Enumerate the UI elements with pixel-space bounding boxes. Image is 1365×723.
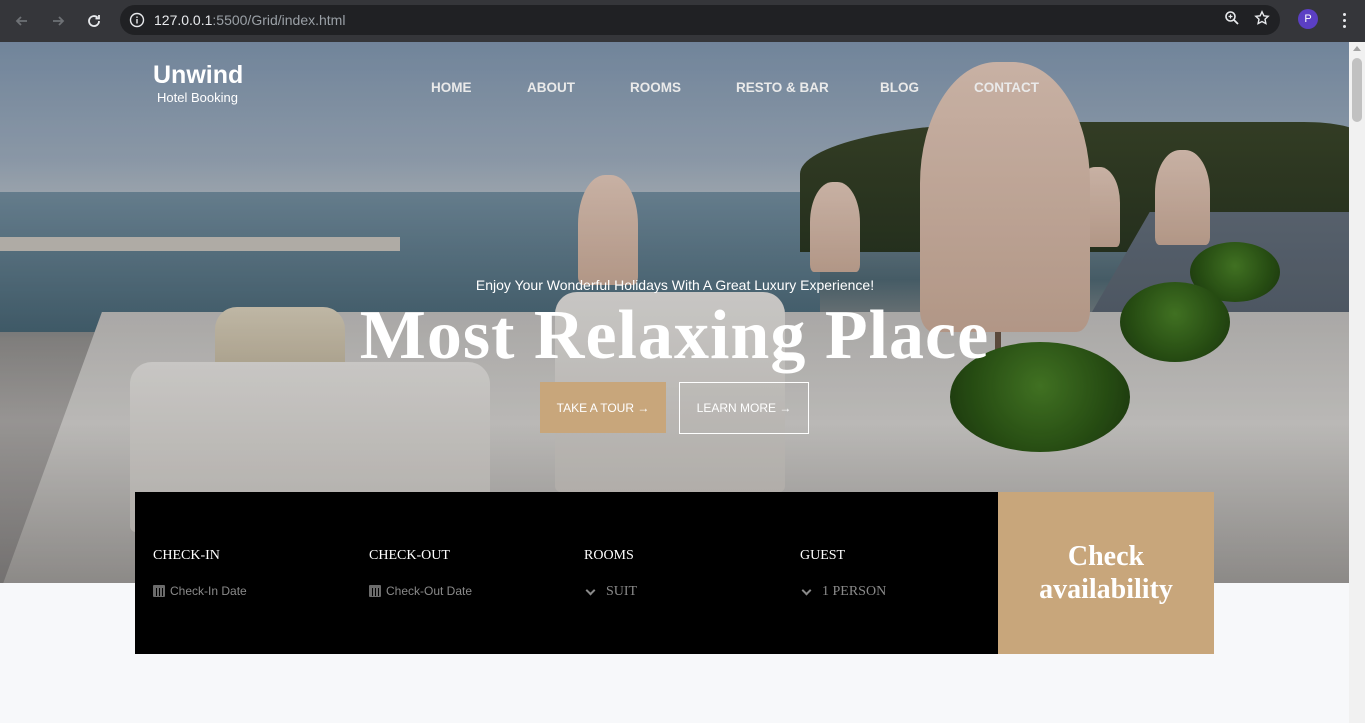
take-a-tour-button[interactable]: TAKE A TOUR → bbox=[540, 382, 666, 433]
hero-tagline: Enjoy Your Wonderful Holidays With A Gre… bbox=[475, 277, 875, 293]
url-text: 127.0.0.1:5500/Grid/index.html bbox=[154, 12, 345, 28]
check-in-value-row: Check-In Date bbox=[153, 584, 247, 598]
chevron-down-icon bbox=[801, 585, 812, 595]
brand-name: Unwind bbox=[153, 61, 244, 89]
learn-more-button[interactable]: LEARN MORE → bbox=[679, 382, 809, 434]
guest-field[interactable]: GUEST 1 PERSON bbox=[800, 548, 886, 600]
forward-arrow-icon[interactable] bbox=[40, 3, 76, 39]
check-in-label: CHECK-IN bbox=[153, 548, 220, 563]
check-in-input[interactable]: Check-In Date bbox=[170, 584, 247, 598]
reload-icon[interactable] bbox=[76, 3, 112, 39]
kebab-menu-icon[interactable] bbox=[1334, 8, 1354, 32]
main-nav: HOME ABOUT ROOMS RESTO & BAR BLOG CONTAC… bbox=[431, 80, 1054, 95]
check-availability-button[interactable]: Check availability bbox=[998, 492, 1214, 654]
scroll-up-arrow-icon[interactable] bbox=[1353, 46, 1361, 51]
check-out-label: CHECK-OUT bbox=[369, 548, 450, 563]
rooms-value-row: SUIT bbox=[584, 584, 637, 600]
rooms-select[interactable]: SUIT bbox=[606, 584, 637, 600]
rooms-field[interactable]: ROOMS SUIT bbox=[584, 548, 637, 600]
brand-subtitle: Hotel Booking bbox=[157, 90, 238, 105]
browser-toolbar: 127.0.0.1:5500/Grid/index.html P bbox=[0, 0, 1365, 42]
nav-item-home[interactable]: HOME bbox=[431, 80, 527, 95]
url-path: :5500/Grid/index.html bbox=[212, 12, 346, 28]
check-out-field[interactable]: CHECK-OUT Check-Out Date bbox=[369, 548, 472, 598]
nav-item-rooms[interactable]: ROOMS bbox=[630, 80, 736, 95]
check-out-value-row: Check-Out Date bbox=[369, 584, 472, 598]
brand-logo[interactable]: Unwind Hotel Booking bbox=[153, 60, 253, 106]
guest-select[interactable]: 1 PERSON bbox=[822, 584, 886, 600]
nav-item-contact[interactable]: CONTACT bbox=[974, 80, 1054, 95]
calendar-icon bbox=[153, 585, 165, 597]
calendar-icon bbox=[369, 585, 381, 597]
page-viewport: Unwind Hotel Booking HOME ABOUT ROOMS RE… bbox=[0, 42, 1349, 723]
chevron-down-icon bbox=[585, 585, 596, 595]
check-in-field[interactable]: CHECK-IN Check-In Date bbox=[153, 548, 247, 598]
star-icon[interactable] bbox=[1254, 9, 1270, 31]
info-icon[interactable] bbox=[120, 5, 154, 35]
url-host: 127.0.0.1 bbox=[154, 12, 213, 28]
profile-avatar[interactable]: P bbox=[1298, 9, 1318, 29]
scrollbar-thumb[interactable] bbox=[1352, 58, 1362, 122]
address-bar[interactable]: 127.0.0.1:5500/Grid/index.html bbox=[120, 5, 1280, 35]
rooms-label: ROOMS bbox=[584, 548, 634, 563]
guest-value-row: 1 PERSON bbox=[800, 584, 886, 600]
nav-item-blog[interactable]: BLOG bbox=[880, 80, 974, 95]
hero-headline: Most Relaxing Place bbox=[359, 297, 990, 374]
page-scrollbar[interactable] bbox=[1349, 42, 1365, 723]
booking-form: CHECK-IN Check-In Date CHECK-OUT Check-O… bbox=[135, 492, 998, 654]
nav-item-resto-bar[interactable]: RESTO & BAR bbox=[736, 80, 880, 95]
guest-label: GUEST bbox=[800, 548, 846, 563]
back-arrow-icon[interactable] bbox=[4, 3, 40, 39]
nav-item-about[interactable]: ABOUT bbox=[527, 80, 630, 95]
zoom-icon[interactable] bbox=[1224, 10, 1240, 31]
check-out-input[interactable]: Check-Out Date bbox=[386, 584, 472, 598]
